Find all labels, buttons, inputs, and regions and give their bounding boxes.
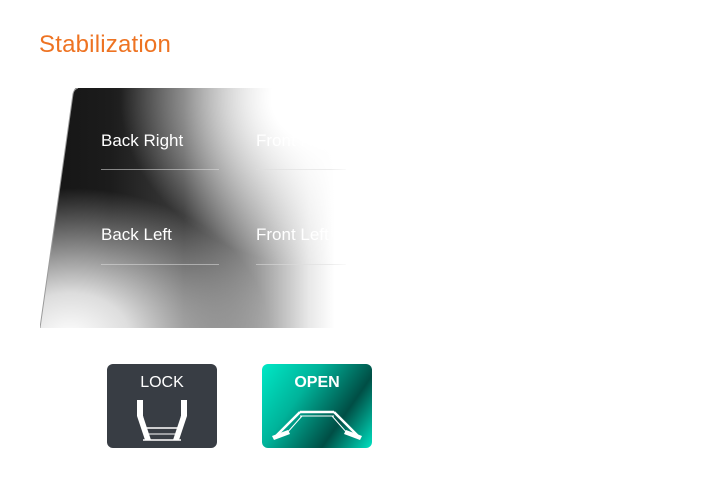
stabilizer-retracted-icon: [137, 400, 187, 441]
front-left-label[interactable]: Front Left: [256, 225, 329, 245]
back-left-label[interactable]: Back Left: [101, 225, 172, 245]
open-button[interactable]: OPEN: [262, 364, 372, 448]
lock-button[interactable]: LOCK: [107, 364, 217, 448]
back-left-underline: [101, 264, 219, 265]
front-right-label[interactable]: Front Right: [256, 131, 340, 151]
stabilizer-extended-icon: [272, 410, 362, 440]
stabilizer-panel: [40, 88, 360, 328]
back-right-underline: [101, 169, 219, 170]
back-right-label[interactable]: Back Right: [101, 131, 183, 151]
stabilization-screen: Stabilization Back Right Front Right Bac…: [0, 0, 724, 480]
panel-fade-mask: [330, 120, 370, 280]
page-title: Stabilization: [39, 31, 172, 58]
